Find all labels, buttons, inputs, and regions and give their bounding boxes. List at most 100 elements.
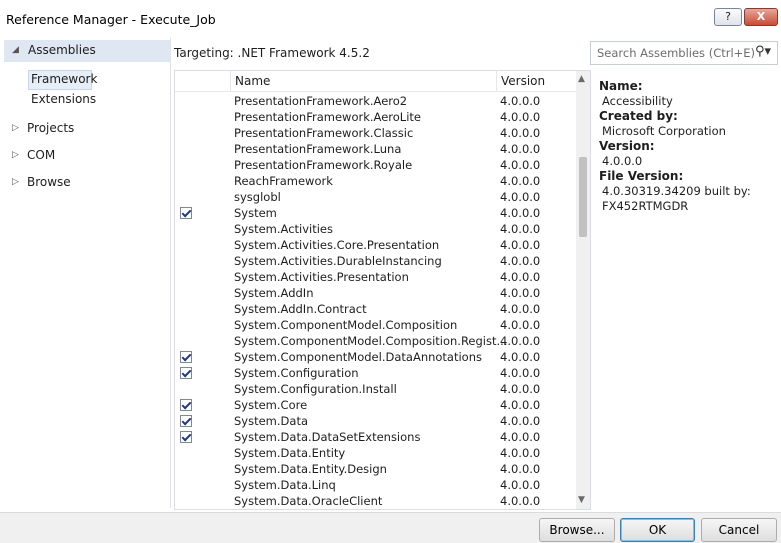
table-row[interactable]: ReachFramework 4.0.0.0 <box>175 173 576 189</box>
table-row[interactable]: PresentationFramework.Classic 4.0.0.0 <box>175 125 576 141</box>
assembly-version: 4.0.0.0 <box>500 334 541 348</box>
assembly-name: System.Activities.DurableInstancing <box>234 254 442 268</box>
search-icon[interactable]: ⚲▾ <box>755 44 771 59</box>
scroll-up-arrow-icon[interactable]: ▲ <box>578 74 585 84</box>
table-row[interactable]: System.ComponentModel.Composition.Regist… <box>175 333 576 349</box>
close-button[interactable]: X <box>744 8 778 26</box>
assembly-name: System.Core <box>234 398 308 412</box>
table-row[interactable]: System.Data.DataSetExtensions 4.0.0.0 <box>175 429 576 445</box>
assembly-version: 4.0.0.0 <box>500 494 541 508</box>
assembly-name: System.Data <box>234 414 308 428</box>
assembly-name: PresentationFramework.Royale <box>234 158 413 172</box>
expanded-caret-icon: ◢ <box>12 45 19 55</box>
column-separator <box>496 71 497 91</box>
table-row[interactable]: System.Activities.Presentation 4.0.0.0 <box>175 269 576 285</box>
assemblies-grid[interactable]: Name Version PresentationFramework.Aero2… <box>174 70 591 510</box>
column-separator <box>230 71 231 91</box>
assembly-name: System.Activities.Presentation <box>234 270 409 284</box>
assembly-version: 4.0.0.0 <box>500 398 541 412</box>
table-row[interactable]: System.Data.OracleClient 4.0.0.0 <box>175 493 576 509</box>
row-checkbox[interactable] <box>180 367 192 379</box>
row-checkbox[interactable] <box>180 399 192 411</box>
table-row[interactable]: PresentationFramework.Luna 4.0.0.0 <box>175 141 576 157</box>
table-row[interactable]: System.Activities.DurableInstancing 4.0.0… <box>175 253 576 269</box>
column-header-name[interactable]: Name <box>235 74 270 88</box>
table-row[interactable]: sysglobl 4.0.0.0 <box>175 189 576 205</box>
table-row[interactable]: System.Activities 4.0.0.0 <box>175 221 576 237</box>
nav-item-extensions[interactable]: Extensions <box>31 92 96 106</box>
table-row[interactable]: System.Core 4.0.0.0 <box>175 397 576 413</box>
table-row[interactable]: System.Data.Entity 4.0.0.0 <box>175 445 576 461</box>
file-version-label: File Version: <box>599 169 684 183</box>
assembly-name: sysglobl <box>234 190 281 204</box>
assembly-name: System.Data.Entity.Design <box>234 462 387 476</box>
row-checkbox[interactable] <box>180 415 192 427</box>
collapsed-caret-icon[interactable]: ▷ <box>12 150 19 160</box>
row-checkbox[interactable] <box>180 431 192 443</box>
collapsed-caret-icon[interactable]: ▷ <box>12 177 19 187</box>
assembly-name: PresentationFramework.Aero2 <box>234 94 408 108</box>
table-row[interactable]: System.AddIn.Contract 4.0.0.0 <box>175 301 576 317</box>
assembly-version: 4.0.0.0 <box>500 142 541 156</box>
version-value: 4.0.0.0 <box>602 154 643 168</box>
assembly-version: 4.0.0.0 <box>500 414 541 428</box>
scroll-down-arrow-icon[interactable]: ▼ <box>578 495 585 505</box>
assembly-version: 4.0.0.0 <box>500 158 541 172</box>
assembly-version: 4.0.0.0 <box>500 286 541 300</box>
assembly-version: 4.0.0.0 <box>500 382 541 396</box>
table-row[interactable]: PresentationFramework.AeroLite 4.0.0.0 <box>175 109 576 125</box>
assembly-version: 4.0.0.0 <box>500 174 541 188</box>
assembly-version: 4.0.0.0 <box>500 110 541 124</box>
help-button[interactable]: ? <box>714 8 742 26</box>
browse-button[interactable]: Browse... <box>539 518 615 542</box>
assembly-version: 4.0.0.0 <box>500 126 541 140</box>
table-row[interactable]: System.ComponentModel.Composition 4.0.0.0 <box>175 317 576 333</box>
assembly-name: System.Data.Linq <box>234 478 336 492</box>
search-placeholder: Search Assemblies (Ctrl+E) <box>597 46 756 60</box>
details-pane: Name: Accessibility Created by: Microsof… <box>594 70 781 508</box>
created-by-value: Microsoft Corporation <box>602 124 726 138</box>
nav-item-framework[interactable]: Framework <box>31 72 97 86</box>
table-row[interactable]: PresentationFramework.Royale 4.0.0.0 <box>175 157 576 173</box>
assembly-name: System.Configuration <box>234 366 359 380</box>
assembly-version: 4.0.0.0 <box>500 478 541 492</box>
version-label: Version: <box>599 139 655 153</box>
table-row[interactable]: System.AddIn 4.0.0.0 <box>175 285 576 301</box>
assembly-name: System.Data.OracleClient <box>234 494 383 508</box>
scrollbar-thumb[interactable] <box>579 157 587 237</box>
assembly-version: 4.0.0.0 <box>500 94 541 108</box>
table-row[interactable]: System.Data.Linq 4.0.0.0 <box>175 477 576 493</box>
window-title: Reference Manager - Execute_Job <box>6 12 216 27</box>
nav-item-projects[interactable]: Projects <box>27 121 74 135</box>
table-row[interactable]: System.Data 4.0.0.0 <box>175 413 576 429</box>
collapsed-caret-icon[interactable]: ▷ <box>12 123 19 133</box>
vertical-scrollbar[interactable]: ▲ ▼ <box>576 71 590 509</box>
column-header-version[interactable]: Version <box>501 74 545 88</box>
assembly-version: 4.0.0.0 <box>500 270 541 284</box>
cancel-button[interactable]: Cancel <box>701 518 777 542</box>
table-row[interactable]: PresentationFramework.Aero2 4.0.0.0 <box>175 93 576 109</box>
assembly-version: 4.0.0.0 <box>500 430 541 444</box>
table-row[interactable]: System.Configuration 4.0.0.0 <box>175 365 576 381</box>
row-checkbox[interactable] <box>180 351 192 363</box>
assembly-name: ReachFramework <box>234 174 333 188</box>
assembly-name: PresentationFramework.Classic <box>234 126 414 140</box>
table-row[interactable]: System 4.0.0.0 <box>175 205 576 221</box>
row-checkbox[interactable] <box>180 207 192 219</box>
ok-button[interactable]: OK <box>620 518 695 542</box>
nav-header-assemblies[interactable]: ◢ Assemblies <box>4 40 170 62</box>
assembly-version: 4.0.0.0 <box>500 350 541 364</box>
assembly-version: 4.0.0.0 <box>500 254 541 268</box>
table-row[interactable]: System.ComponentModel.DataAnnotations 4.0… <box>175 349 576 365</box>
targeting-label: Targeting: .NET Framework 4.5.2 <box>174 46 370 60</box>
table-row[interactable]: System.Activities.Core.Presentation 4.0.0… <box>175 237 576 253</box>
nav-item-browse[interactable]: Browse <box>27 175 71 189</box>
name-label: Name: <box>599 79 643 93</box>
table-row[interactable]: System.Data.Entity.Design 4.0.0.0 <box>175 461 576 477</box>
assembly-name: System.Activities <box>234 222 334 236</box>
assembly-name: System.AddIn.Contract <box>234 302 367 316</box>
nav-item-com[interactable]: COM <box>27 148 55 162</box>
file-version-value: 4.0.30319.34209 built by: <box>602 184 751 198</box>
search-input[interactable]: Search Assemblies (Ctrl+E) ⚲▾ <box>590 41 778 65</box>
table-row[interactable]: System.Configuration.Install 4.0.0.0 <box>175 381 576 397</box>
